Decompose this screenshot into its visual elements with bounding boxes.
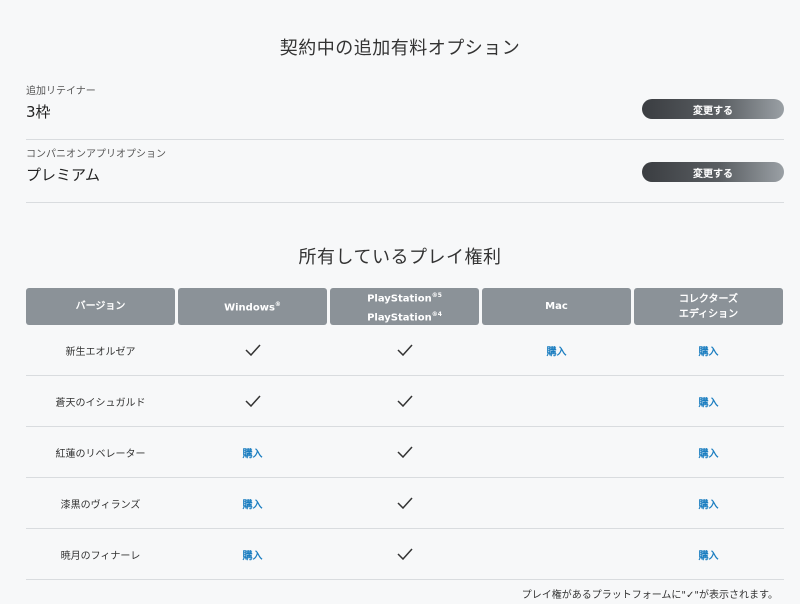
header-mac: Mac: [482, 288, 631, 325]
check-icon: [396, 395, 413, 407]
header-collectors: コレクターズ エディション: [634, 288, 783, 325]
play-rights-table: バージョン Windows® PlayStation®5 PlayStation…: [26, 288, 784, 580]
table-row: 新生エオルゼア 購入 購入: [26, 325, 784, 376]
buy-link[interactable]: 購入: [243, 445, 263, 460]
buy-link[interactable]: 購入: [699, 496, 719, 511]
header-windows: Windows®: [178, 288, 327, 325]
change-companion-button[interactable]: 変更する: [642, 162, 784, 182]
table-header: バージョン Windows® PlayStation®5 PlayStation…: [26, 288, 784, 325]
table-body: 新生エオルゼア 購入 購入 蒼天のイシュガルド 購入 紅蓮のリベレーター 購入 購入 漆黒のヴィ…: [26, 325, 784, 580]
buy-link[interactable]: 購入: [699, 547, 719, 562]
check-icon: [396, 446, 413, 458]
check-icon: [396, 497, 413, 509]
buy-link[interactable]: 購入: [699, 343, 719, 358]
check-icon: [244, 344, 261, 356]
cell-mac: [482, 529, 631, 579]
rights-section-title: 所有しているプレイ権利: [298, 247, 502, 268]
change-retainer-button[interactable]: 変更する: [642, 99, 784, 119]
cell-ps: [330, 427, 479, 477]
buy-link[interactable]: 購入: [243, 547, 263, 562]
check-icon: [244, 395, 261, 407]
cell-ps: [330, 376, 479, 426]
cell-collectors: 購入: [634, 325, 783, 375]
buy-link[interactable]: 購入: [547, 343, 567, 358]
check-icon: [396, 344, 413, 356]
cell-windows: 購入: [178, 427, 327, 477]
expansion-name: 新生エオルゼア: [65, 346, 136, 358]
cell-ps: [330, 478, 479, 528]
header-playstation: PlayStation®5 PlayStation®4: [330, 288, 479, 325]
cell-mac: [482, 427, 631, 477]
options-section-title: 契約中の追加有料オプション: [279, 38, 521, 59]
buy-link[interactable]: 購入: [699, 394, 719, 409]
option-label: コンパニオンアプリオプション: [26, 149, 166, 160]
cell-ps: [330, 325, 479, 375]
cell-collectors: 購入: [634, 376, 783, 426]
table-row: 暁月のフィナーレ 購入 購入: [26, 529, 784, 580]
buy-link[interactable]: 購入: [243, 496, 263, 511]
cell-windows: [178, 376, 327, 426]
expansion-name: 紅蓮のリベレーター: [55, 448, 146, 460]
cell-mac: [482, 376, 631, 426]
cell-mac: [482, 478, 631, 528]
cell-windows: 購入: [178, 478, 327, 528]
header-version: バージョン: [26, 288, 175, 325]
table-row: 漆黒のヴィランズ 購入 購入: [26, 478, 784, 529]
cell-mac: 購入: [482, 325, 631, 375]
expansion-name: 蒼天のイシュガルド: [55, 397, 146, 409]
cell-windows: 購入: [178, 529, 327, 579]
cell-collectors: 購入: [634, 478, 783, 528]
cell-windows: [178, 325, 327, 375]
cell-collectors: 購入: [634, 529, 783, 579]
option-value: 3枠: [26, 103, 51, 121]
table-row: 紅蓮のリベレーター 購入 購入: [26, 427, 784, 478]
expansion-name: 暁月のフィナーレ: [60, 550, 141, 562]
option-row-retainer: 追加リテイナー 3枠 変更する: [26, 77, 784, 140]
expansion-name: 漆黒のヴィランズ: [60, 499, 141, 511]
cell-ps: [330, 529, 479, 579]
table-row: 蒼天のイシュガルド 購入: [26, 376, 784, 427]
check-icon: [396, 548, 413, 560]
option-label: 追加リテイナー: [26, 86, 96, 97]
option-value: プレミアム: [26, 166, 100, 184]
footnote: プレイ権があるプラットフォームに"✓"が表示されます。: [521, 590, 778, 601]
buy-link[interactable]: 購入: [699, 445, 719, 460]
cell-collectors: 購入: [634, 427, 783, 477]
option-row-companion: コンパニオンアプリオプション プレミアム 変更する: [26, 140, 784, 203]
